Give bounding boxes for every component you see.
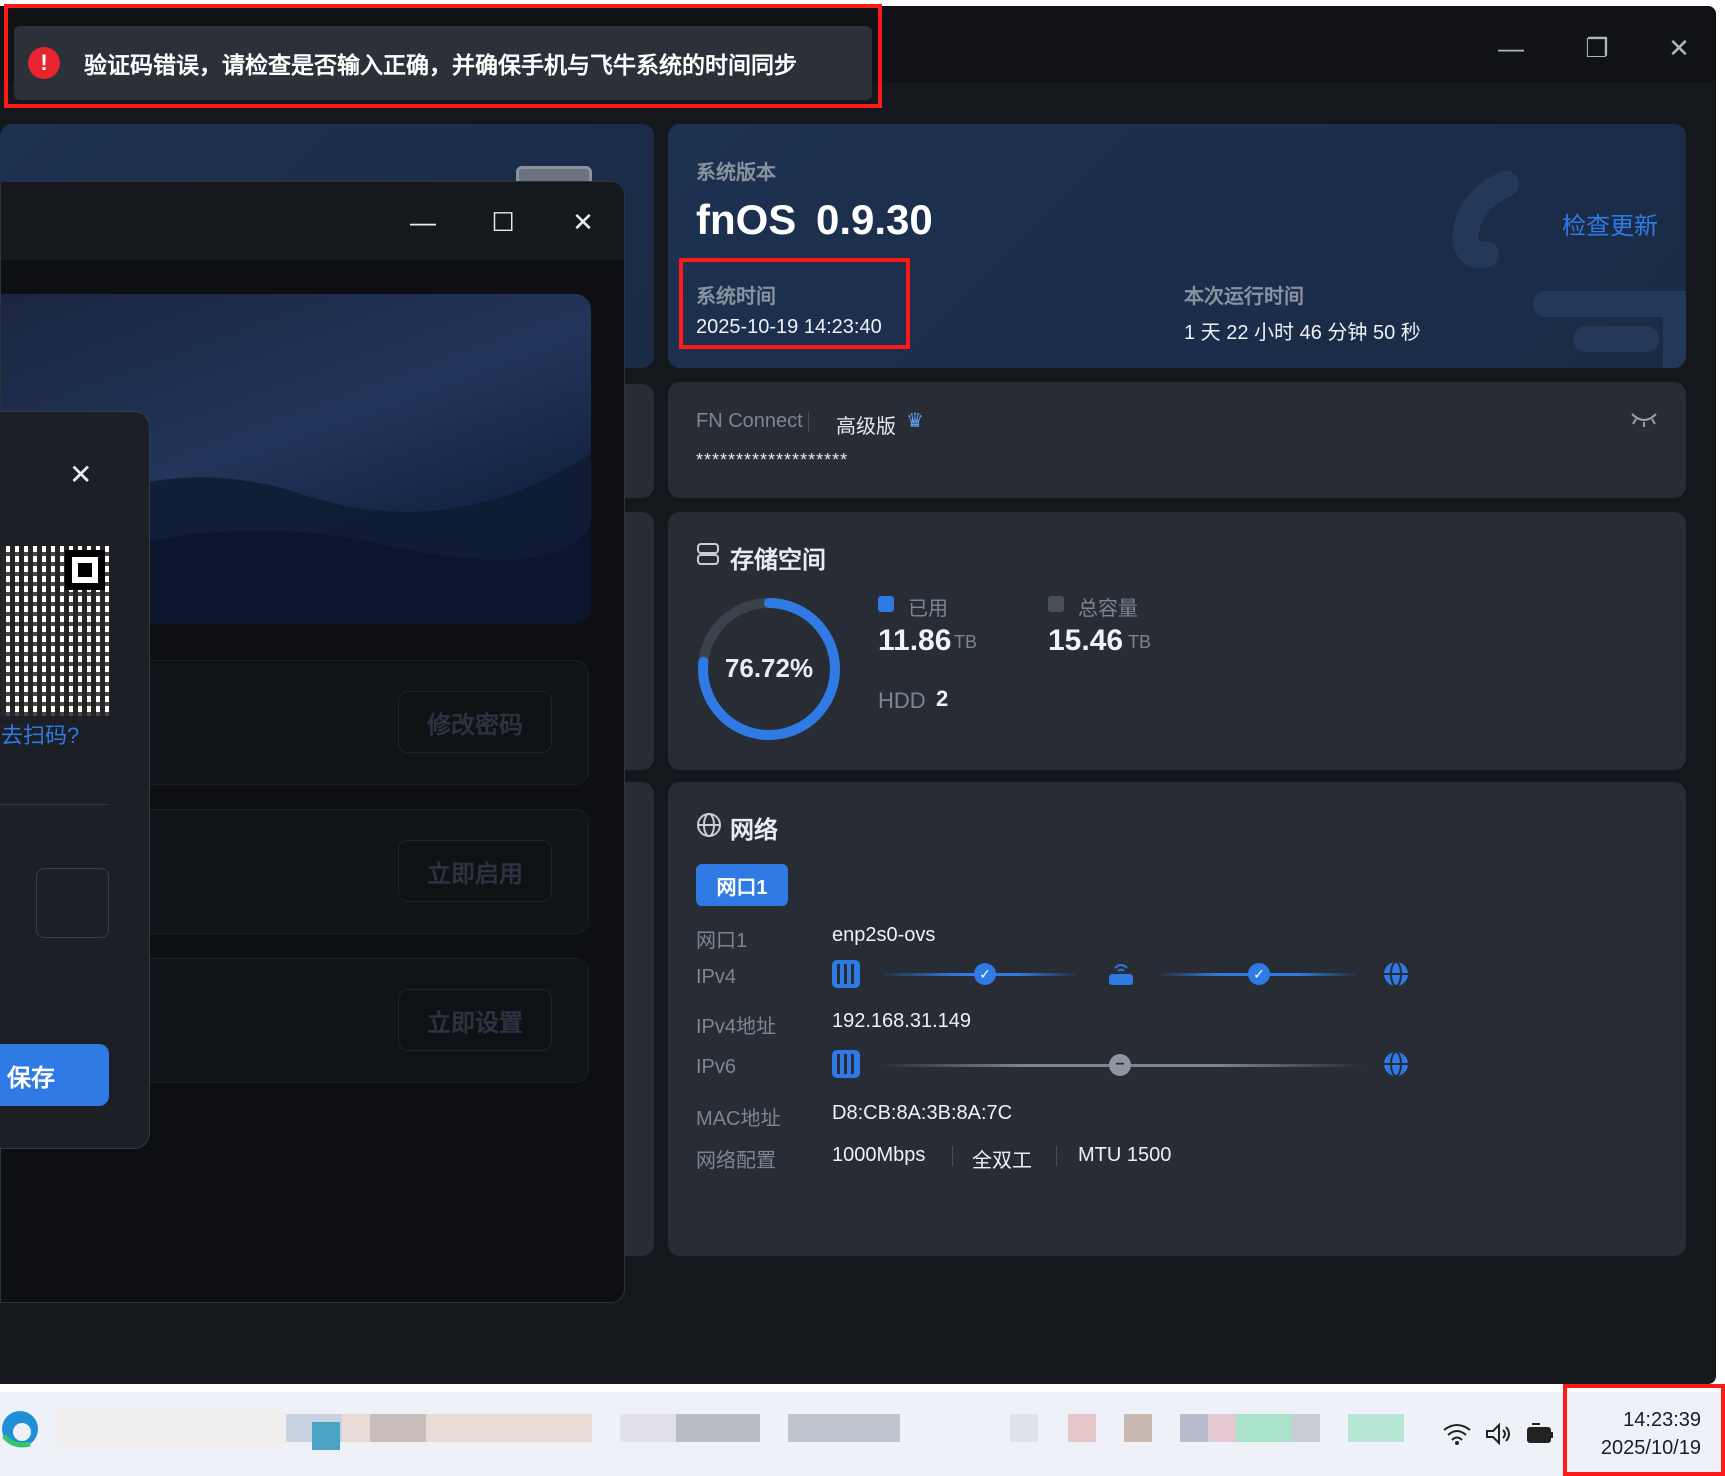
eye-closed-icon[interactable] xyxy=(1630,410,1658,428)
settings-titlebar: — ☐ ✕ xyxy=(1,182,624,260)
divider xyxy=(0,804,109,805)
clock-time: 14:23:39 xyxy=(1623,1409,1701,1431)
hdd-count: 2 xyxy=(936,686,949,711)
total-legend-swatch xyxy=(1048,596,1064,612)
error-icon: ! xyxy=(28,47,60,79)
blurred-app-icons xyxy=(676,1414,760,1442)
connect-id-masked: ******************* xyxy=(696,450,849,470)
minimize-button[interactable]: — xyxy=(1491,28,1531,68)
error-message: 验证码错误，请检查是否输入正确，并确保手机与飞牛系统的时间同步 xyxy=(84,52,797,78)
ipv4-addr-value: 192.168.31.149 xyxy=(832,1010,972,1032)
change-password-button[interactable]: 修改密码 xyxy=(398,691,552,753)
taskbar-clock[interactable]: 14:23:39 2025/10/19 xyxy=(1581,1406,1701,1462)
internet-globe-icon xyxy=(1384,961,1408,987)
total-label: 总容量 xyxy=(1078,598,1138,620)
minus-icon: − xyxy=(1109,1054,1131,1076)
blurred-app-icons xyxy=(1124,1414,1152,1442)
blurred-app-icons xyxy=(1348,1414,1404,1442)
port-value: enp2s0-ovs xyxy=(832,924,936,946)
uptime-label: 本次运行时间 xyxy=(1184,286,1304,308)
os-name: fnOS xyxy=(696,196,797,243)
network-title: 网络 xyxy=(730,817,778,844)
connect-title: FN Connect xyxy=(696,410,803,432)
error-toast: ! 验证码错误，请检查是否输入正确，并确保手机与飞牛系统的时间同步 xyxy=(14,26,872,100)
port-label: 网口1 xyxy=(696,930,748,952)
divider xyxy=(952,1146,953,1166)
server-icon xyxy=(832,1050,860,1078)
tab-port1[interactable]: 网口1 xyxy=(696,864,788,906)
storage-icon xyxy=(697,543,719,565)
server-icon xyxy=(832,960,860,988)
wifi-icon[interactable] xyxy=(1442,1422,1472,1446)
check-icon: ✓ xyxy=(974,963,996,985)
network-card: 网络 网口1 网口1 enp2s0-ovs IPv4 ✓ ✓ IPv4地址 19… xyxy=(668,782,1686,1256)
check-update-link[interactable]: 检查更新 xyxy=(1562,206,1658,241)
ipv4-addr-label: IPv4地址 xyxy=(696,1016,777,1038)
used-percent-text: 76.72% xyxy=(725,653,813,683)
clock-date: 2025/10/19 xyxy=(1600,1437,1701,1459)
ipv4-label: IPv4 xyxy=(696,966,737,988)
hdd-label: HDD xyxy=(878,688,926,713)
total-unit: TB xyxy=(1128,632,1152,652)
fn-logo-watermark xyxy=(1452,171,1686,368)
globe-icon xyxy=(697,813,721,837)
blurred-app-icons xyxy=(1208,1414,1236,1442)
blurred-app-icons xyxy=(1068,1414,1096,1442)
scan-help-link[interactable]: 去扫码? xyxy=(1,718,79,750)
system-time-highlight-box xyxy=(679,258,910,349)
divider xyxy=(1056,1146,1057,1166)
uptime-value: 1 天 22 小时 46 分钟 50 秒 xyxy=(1184,322,1421,344)
maximize-button[interactable]: ☐ xyxy=(483,202,523,242)
close-button[interactable]: ✕ xyxy=(1659,28,1699,68)
save-button[interactable]: 保存 xyxy=(0,1044,109,1106)
battery-charging-icon[interactable] xyxy=(1526,1422,1556,1446)
blurred-app-icons xyxy=(1180,1414,1208,1442)
taskbar xyxy=(0,1392,1725,1476)
mtu-value: MTU 1500 xyxy=(1078,1144,1172,1166)
blurred-app-icons xyxy=(312,1422,340,1450)
minimize-button[interactable]: — xyxy=(403,202,443,242)
duplex-mode: 全双工 xyxy=(972,1150,1032,1172)
blurred-app-icons xyxy=(788,1414,900,1442)
used-legend-swatch xyxy=(878,596,894,612)
divider xyxy=(808,412,809,432)
storage-card: 存储空间 76.72% 已用 11.86 TB 总容量 15.46 TB HDD… xyxy=(668,512,1686,770)
storage-donut-chart: 76.72% xyxy=(698,598,840,740)
blurred-app-icons xyxy=(1236,1414,1292,1442)
dialog-close-button[interactable]: ✕ xyxy=(69,458,92,491)
check-icon: ✓ xyxy=(1248,963,1270,985)
storage-title: 存储空间 xyxy=(730,547,826,574)
blurred-app-icons xyxy=(370,1414,426,1442)
close-button[interactable]: ✕ xyxy=(563,202,603,242)
version-label: 系统版本 xyxy=(696,162,776,184)
used-value: 11.86 xyxy=(878,624,952,657)
blurred-app-icons xyxy=(56,1406,286,1448)
restore-button[interactable]: ❐ xyxy=(1577,28,1617,68)
internet-globe-icon xyxy=(1384,1051,1408,1077)
router-icon xyxy=(1109,964,1133,985)
os-version: 0.9.30 xyxy=(816,196,933,243)
blurred-app-icons xyxy=(1292,1414,1320,1442)
edition-label: 高级版 xyxy=(836,416,896,438)
fn-connect-card: FN Connect 高级版 ♛ ******************* xyxy=(668,382,1686,498)
qr-code-image xyxy=(1,546,109,716)
link-speed: 1000Mbps xyxy=(832,1144,926,1166)
verification-dialog: ✕ 去扫码? 保存 xyxy=(0,411,150,1149)
total-value: 15.46 xyxy=(1048,624,1124,657)
used-label: 已用 xyxy=(908,598,948,620)
ipv6-label: IPv6 xyxy=(696,1056,737,1078)
enable-now-button[interactable]: 立即启用 xyxy=(398,840,552,902)
mac-value: D8:CB:8A:3B:8A:7C xyxy=(832,1102,1013,1124)
edge-browser-icon[interactable] xyxy=(0,1408,42,1450)
code-digit-input[interactable] xyxy=(36,868,109,938)
volume-icon[interactable] xyxy=(1484,1422,1514,1446)
screen: — ❐ ✕ 系统版本 fnOS 0.9.30 检查更新 系统时间 2025-10… xyxy=(0,0,1725,1476)
used-unit: TB xyxy=(954,632,978,652)
setup-now-button[interactable]: 立即设置 xyxy=(398,989,552,1051)
crown-icon: ♛ xyxy=(906,410,924,432)
mac-label: MAC地址 xyxy=(696,1108,781,1130)
blurred-app-icons xyxy=(1010,1414,1038,1442)
net-config-label: 网络配置 xyxy=(696,1150,776,1172)
